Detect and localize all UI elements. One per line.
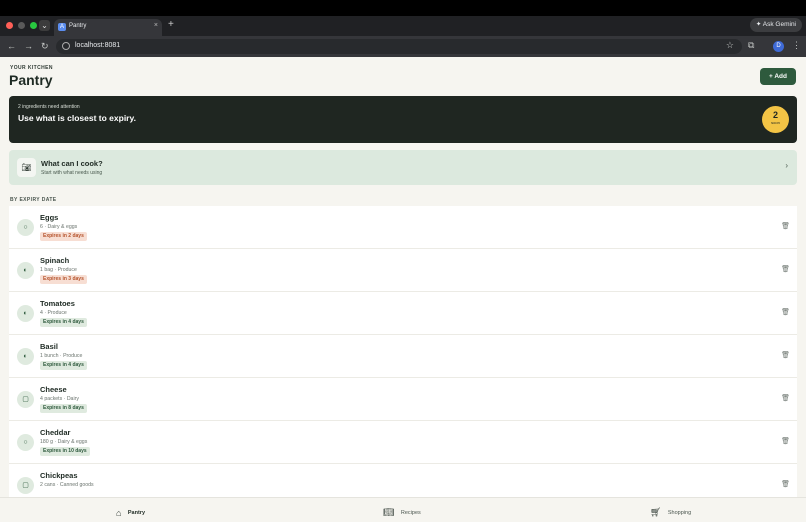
list-item[interactable]: ◐ Tomatoes 4 · Produce Expires in 4 days… bbox=[9, 292, 797, 335]
cook-card-title: What can I cook? bbox=[41, 159, 103, 168]
trash-icon[interactable]: 🗑︎ bbox=[781, 265, 790, 273]
trash-icon[interactable]: 🗑︎ bbox=[781, 480, 790, 488]
tab-title: Pantry bbox=[69, 23, 87, 29]
reload-icon[interactable]: ↻ bbox=[41, 40, 49, 52]
page-title: Pantry bbox=[9, 72, 53, 88]
list-item[interactable]: ○ Cheddar 180 g · Dairy & eggs Expires i… bbox=[9, 421, 797, 464]
list-item[interactable]: ◐ Spinach 1 bag · Produce Expires in 3 d… bbox=[9, 249, 797, 292]
book-icon: 📖︎ bbox=[383, 507, 395, 518]
nav-shopping-label: Shopping bbox=[667, 509, 692, 516]
expiry-badge: Expires in 4 days bbox=[40, 318, 87, 327]
url-text[interactable]: localhost:8081 bbox=[75, 42, 120, 49]
add-button[interactable]: + Add bbox=[760, 68, 796, 85]
soon-count: 2 bbox=[772, 110, 778, 120]
leaf-icon: ◐ bbox=[17, 348, 34, 365]
home-icon: ⌂ bbox=[116, 507, 122, 518]
item-name: Cheese bbox=[40, 385, 67, 394]
item-meta: 1 bag · Produce bbox=[40, 267, 77, 273]
expiry-badge: Expires in 8 days bbox=[40, 404, 87, 413]
cart-icon: 🛒︎ bbox=[650, 507, 662, 518]
item-name: Cheddar bbox=[40, 428, 71, 437]
expiry-badge: Expires in 10 days bbox=[40, 447, 90, 456]
trash-icon[interactable]: 🗑︎ bbox=[781, 308, 790, 316]
item-name: Chickpeas bbox=[40, 471, 78, 480]
list-item[interactable]: ○ Eggs 6 · Dairy & eggs Expires in 2 day… bbox=[9, 206, 797, 249]
minimize-window-button[interactable] bbox=[18, 22, 25, 29]
leaf-icon: ◐ bbox=[17, 262, 34, 279]
section-label: BY EXPIRY DATE bbox=[10, 197, 57, 203]
page-eyebrow: YOUR KITCHEN bbox=[10, 65, 53, 71]
new-tab-button[interactable]: + bbox=[168, 20, 174, 30]
attention-banner: 2 ingredients need attention Use what is… bbox=[9, 96, 797, 143]
maximize-window-button[interactable] bbox=[30, 22, 37, 29]
item-meta: 4 · Produce bbox=[40, 310, 67, 316]
favicon-icon: A bbox=[58, 23, 66, 31]
item-meta: 6 · Dairy & eggs bbox=[40, 224, 78, 230]
pantry-app: YOUR KITCHEN Pantry + Add 2 ingredients … bbox=[0, 57, 806, 522]
item-name: Spinach bbox=[40, 256, 70, 265]
item-meta: 2 cans · Canned goods bbox=[40, 482, 94, 488]
camera-icon: 📷︎ bbox=[17, 158, 36, 177]
nav-pantry-label: Pantry bbox=[127, 509, 146, 516]
attention-title: Use what is closest to expiry. bbox=[18, 113, 136, 123]
item-meta: 1 bunch · Produce bbox=[40, 353, 83, 359]
leaf-icon: ◐ bbox=[17, 305, 34, 322]
expiry-badge: Expires in 3 days bbox=[40, 275, 87, 284]
site-info-icon[interactable] bbox=[62, 42, 70, 50]
ingredient-list: ○ Eggs 6 · Dairy & eggs Expires in 2 day… bbox=[9, 206, 797, 507]
nav-pantry[interactable]: ⌂ Pantry bbox=[116, 504, 146, 518]
what-can-i-cook-card[interactable]: 📷︎ What can I cook? Start with what need… bbox=[9, 150, 797, 185]
back-icon[interactable]: ← bbox=[7, 40, 16, 52]
nav-shopping[interactable]: 🛒︎ Shopping bbox=[650, 504, 692, 518]
ask-gemini-button[interactable]: ✦ Ask Gemini bbox=[749, 18, 802, 32]
item-name: Basil bbox=[40, 342, 58, 351]
trash-icon[interactable]: 🗑︎ bbox=[781, 437, 790, 445]
egg-icon: ○ bbox=[17, 219, 34, 236]
close-window-button[interactable] bbox=[6, 22, 13, 29]
trash-icon[interactable]: 🗑︎ bbox=[781, 394, 790, 402]
soon-label: soon bbox=[771, 120, 780, 125]
box-icon: ▢ bbox=[17, 477, 34, 494]
extensions-icon[interactable]: ⧉ bbox=[748, 40, 754, 51]
expiry-badge: Expires in 2 days bbox=[40, 232, 87, 241]
bottom-nav: ⌂ Pantry 📖︎ Recipes 🛒︎ Shopping bbox=[0, 497, 806, 522]
item-name: Tomatoes bbox=[40, 299, 75, 308]
item-meta: 4 packets · Dairy bbox=[40, 396, 79, 402]
system-bar bbox=[0, 0, 806, 16]
forward-icon[interactable]: → bbox=[24, 40, 33, 52]
trash-icon[interactable]: 🗑︎ bbox=[781, 351, 790, 359]
profile-avatar[interactable]: D bbox=[773, 41, 784, 52]
tab-close-icon[interactable]: × bbox=[154, 22, 158, 29]
attention-subtitle: 2 ingredients need attention bbox=[18, 104, 80, 110]
box-icon: ▢ bbox=[17, 391, 34, 408]
trash-icon[interactable]: 🗑︎ bbox=[781, 222, 790, 230]
cook-card-subtitle: Start with what needs using bbox=[41, 170, 103, 176]
expiry-badge: Expires in 4 days bbox=[40, 361, 87, 370]
soon-count-badge: 2 soon bbox=[762, 106, 789, 133]
address-bar[interactable]: localhost:8081 ☆ bbox=[56, 39, 742, 54]
chevron-right-icon: › bbox=[785, 161, 788, 170]
browser-menu-icon[interactable]: ⋮ bbox=[792, 40, 801, 51]
browser-tabbar: ⌄ A Pantry × + ✦ Ask Gemini bbox=[0, 16, 806, 36]
browser-tab-pantry[interactable]: A Pantry × bbox=[54, 19, 162, 36]
egg-icon: ○ bbox=[17, 434, 34, 451]
nav-recipes-label: Recipes bbox=[400, 509, 421, 516]
tab-search-icon[interactable]: ⌄ bbox=[39, 20, 50, 31]
browser-navbar: ← → ↻ localhost:8081 ☆ bbox=[0, 36, 806, 57]
bookmark-star-icon[interactable]: ☆ bbox=[726, 40, 734, 51]
item-meta: 180 g · Dairy & eggs bbox=[40, 439, 88, 445]
item-name: Eggs bbox=[40, 213, 59, 222]
list-item[interactable]: ▢ Cheese 4 packets · Dairy Expires in 8 … bbox=[9, 378, 797, 421]
list-item[interactable]: ◐ Basil 1 bunch · Produce Expires in 4 d… bbox=[9, 335, 797, 378]
nav-recipes[interactable]: 📖︎ Recipes bbox=[383, 504, 421, 518]
